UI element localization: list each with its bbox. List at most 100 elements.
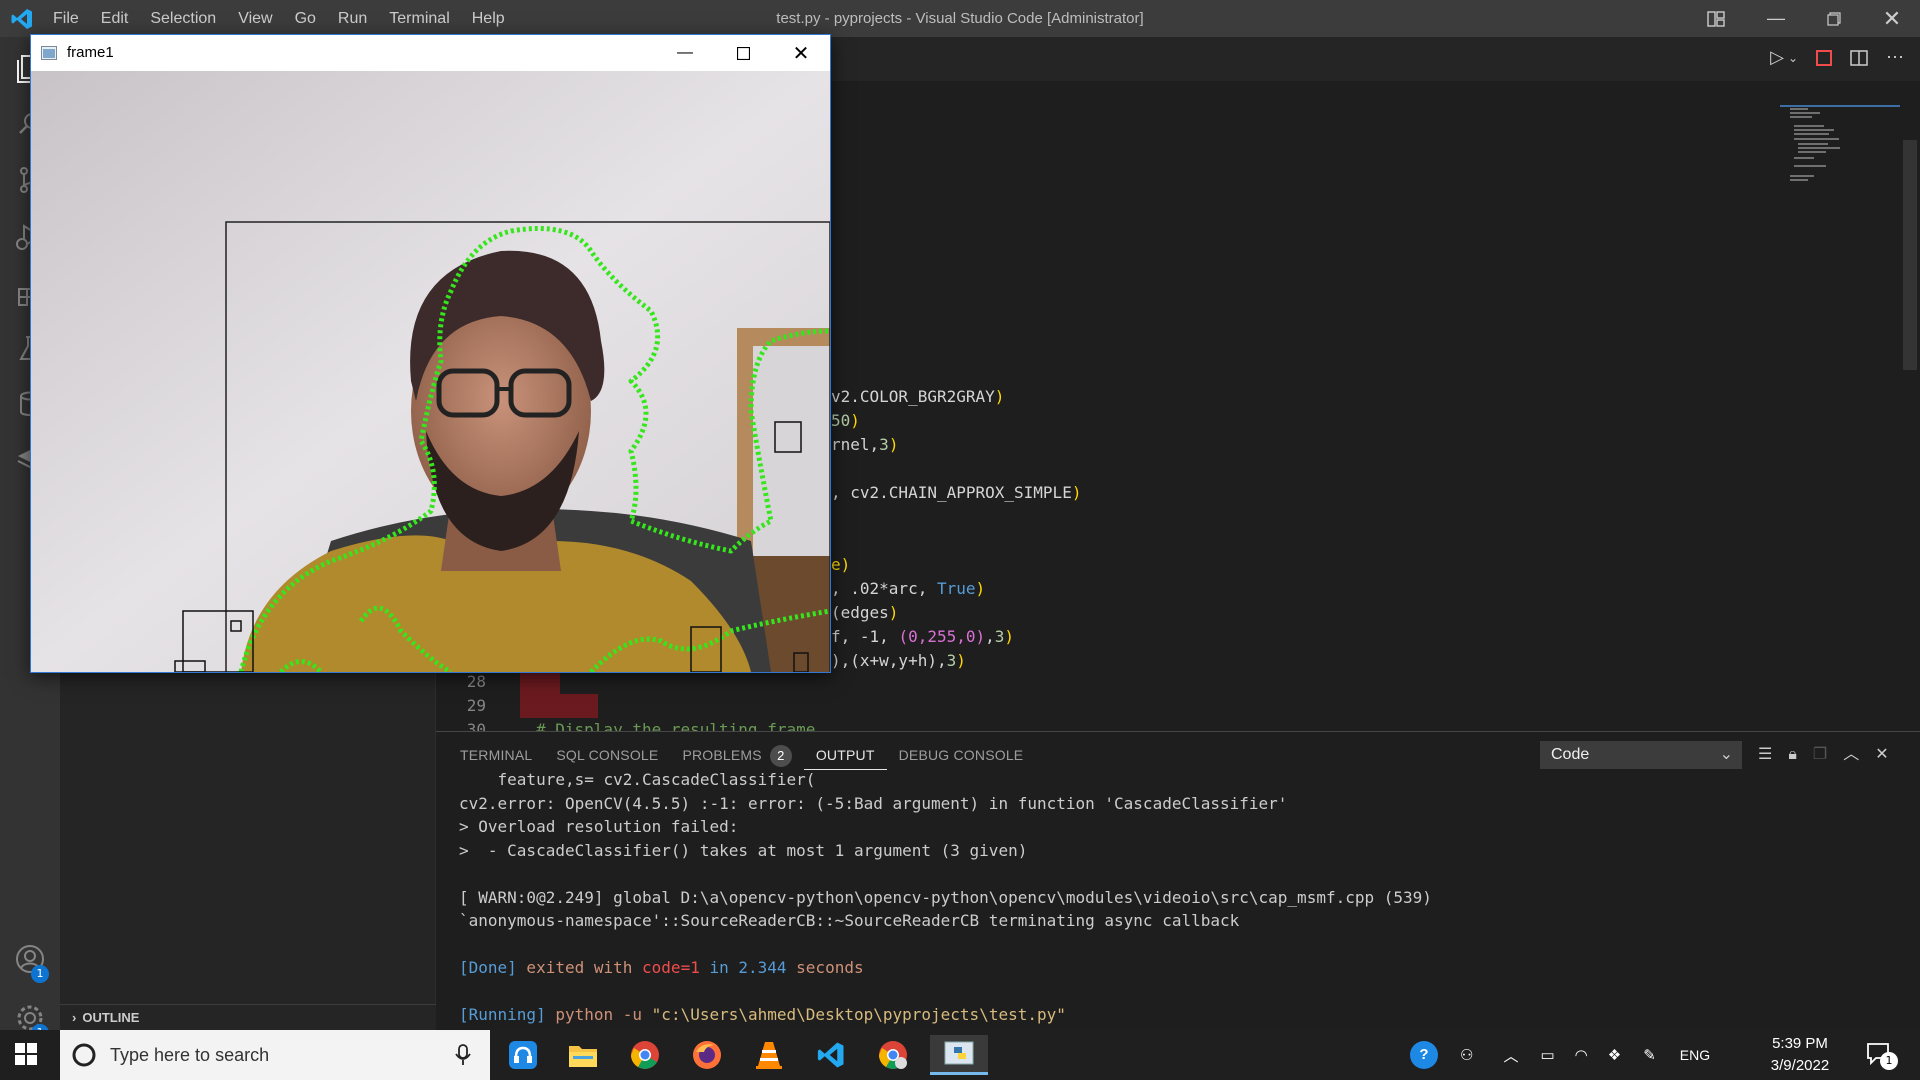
code-line: (edges) <box>831 603 899 622</box>
folder-icon <box>569 1046 597 1067</box>
run-python-icon[interactable]: ▷ <box>1770 47 1784 68</box>
code-line: , cv2.CHAIN_APPROX_SIMPLE) <box>831 483 1082 502</box>
taskbar-python-app[interactable] <box>930 1035 988 1075</box>
language-indicator[interactable]: ENG <box>1680 1047 1710 1063</box>
chevron-down-icon[interactable]: ⌄ <box>1788 51 1798 65</box>
menu-file[interactable]: File <box>42 0 90 37</box>
dropbox-icon[interactable]: ❖ <box>1608 1046 1621 1064</box>
taskbar-file-explorer[interactable] <box>558 1035 608 1075</box>
frame1-maximize-button[interactable] <box>714 35 772 71</box>
people-icon[interactable]: ⚇ <box>1460 1046 1473 1064</box>
start-button[interactable] <box>14 1042 38 1071</box>
maximize-panel-icon[interactable]: ︿ <box>1843 741 1859 769</box>
search-placeholder: Type here to search <box>110 1045 270 1065</box>
taskbar-firefox[interactable] <box>682 1035 732 1075</box>
menu-bar: File Edit Selection View Go Run Terminal… <box>42 0 516 37</box>
code-lines-visible: v2.COLOR_BGR2GRAY) 50) rnel,3) , cv2.CHA… <box>831 385 1081 673</box>
open-in-editor-icon[interactable]: ❐ <box>1813 741 1827 769</box>
notification-center-button[interactable]: 1 <box>1866 1042 1898 1071</box>
taskbar-clock[interactable]: 5:39 PM 3/9/2022 <box>1760 1033 1840 1077</box>
panel-actions: ☰ 🔒︎ ❐ ︿ ✕ <box>1758 741 1889 769</box>
output-line: cv2.error: OpenCV(4.5.5) :-1: error: (-5… <box>459 793 1288 813</box>
code-line: 50) <box>831 411 860 430</box>
frame1-close-button[interactable]: ✕ <box>772 35 830 71</box>
stop-icon[interactable] <box>1816 49 1832 66</box>
taskbar-vscode[interactable] <box>806 1035 856 1075</box>
menu-go[interactable]: Go <box>284 0 327 37</box>
output-done-line: [Done] exited with code=1 in 2.344 secon… <box>459 958 864 977</box>
gutter: 28 29 30 # Display the resulting frame <box>436 670 815 731</box>
webcam-frame-svg <box>31 71 830 672</box>
menu-help[interactable]: Help <box>461 0 516 37</box>
outline-section-header[interactable]: › OUTLINE <box>60 1004 436 1030</box>
code-line: , .02*arc, True) <box>831 579 986 598</box>
menu-edit[interactable]: Edit <box>90 0 140 37</box>
minimap[interactable] <box>1780 105 1900 205</box>
clock-date: 3/9/2022 <box>1770 1057 1830 1074</box>
vscode-logo-icon <box>11 9 32 29</box>
panel-tabs: TERMINAL SQL CONSOLE PROBLEMS 2 OUTPUT DE… <box>436 740 1035 770</box>
code-line: ),(x+w,y+h),3) <box>831 651 966 670</box>
chevron-right-icon: › <box>72 1010 77 1025</box>
lock-scroll-icon[interactable]: 🔒︎ <box>1788 741 1797 769</box>
split-editor-icon[interactable] <box>1850 49 1868 66</box>
tab-output[interactable]: OUTPUT <box>803 740 887 770</box>
taskbar-vlc[interactable] <box>744 1035 794 1075</box>
cortana-circle-icon <box>72 1043 96 1067</box>
frame1-window[interactable]: frame1 — ✕ <box>30 34 831 673</box>
taskbar-chrome[interactable] <box>620 1035 670 1075</box>
taskbar-search-box[interactable]: Type here to search <box>60 1030 490 1080</box>
menu-terminal[interactable]: Terminal <box>378 0 460 37</box>
clear-output-icon[interactable]: ☰ <box>1758 741 1772 769</box>
title-bar: File Edit Selection View Go Run Terminal… <box>0 0 1920 37</box>
notification-badge: 1 <box>1880 1052 1898 1070</box>
clock-time: 5:39 PM <box>1772 1035 1828 1052</box>
frame1-titlebar[interactable]: frame1 — ✕ <box>31 35 830 71</box>
minimize-icon: — <box>677 44 693 61</box>
more-actions-icon[interactable]: ⋯ <box>1886 47 1904 68</box>
taskbar-chrome-profile[interactable] <box>868 1035 918 1075</box>
battery-icon[interactable]: ▭ <box>1540 1046 1554 1064</box>
wifi-icon[interactable]: ◠ <box>1575 1046 1588 1064</box>
code-line: f, -1, (0,255,0),3) <box>831 627 1015 646</box>
minimize-icon: — <box>1767 8 1785 28</box>
tab-terminal[interactable]: TERMINAL <box>448 740 544 770</box>
tab-problems-label: PROBLEMS <box>682 747 762 763</box>
output-line: `anonymous-namespace'::SourceReaderCB::~… <box>459 911 1240 930</box>
window-app-icon <box>41 46 57 60</box>
output-channel-value: Code <box>1551 746 1590 763</box>
chevron-up-icon[interactable]: ︿ <box>1503 1045 1518 1066</box>
pen-icon[interactable]: ✎ <box>1643 1046 1656 1064</box>
output-line: [ WARN:0@2.249] global D:\a\opencv-pytho… <box>459 887 1432 907</box>
microphone-icon[interactable] <box>455 1044 471 1066</box>
tab-debug-console[interactable]: DEBUG CONSOLE <box>887 740 1036 770</box>
customize-layout-button[interactable] <box>1688 0 1744 37</box>
code-line: v2.COLOR_BGR2GRAY) <box>831 387 1005 406</box>
firefox-icon <box>693 1041 721 1069</box>
menu-selection[interactable]: Selection <box>139 0 227 37</box>
output-view[interactable]: feature,s= cv2.CascadeClassifier( cv2.er… <box>459 768 1899 1030</box>
close-button[interactable]: ✕ <box>1864 0 1920 37</box>
problems-count-badge: 2 <box>769 745 792 767</box>
frame1-minimize-button[interactable]: — <box>656 35 714 71</box>
menu-run[interactable]: Run <box>327 0 378 37</box>
taskbar-support-app[interactable] <box>498 1035 548 1075</box>
tab-problems[interactable]: PROBLEMS 2 <box>670 740 803 770</box>
menu-view[interactable]: View <box>227 0 283 37</box>
system-tray: ? ⚇ ︿ ▭ ◠ ❖ ✎ ENG <box>1410 1030 1710 1080</box>
close-panel-icon[interactable]: ✕ <box>1875 741 1888 769</box>
maximize-icon <box>736 46 750 60</box>
help-icon[interactable]: ? <box>1410 1041 1438 1069</box>
editor-scrollbar[interactable] <box>1903 140 1917 370</box>
restore-button[interactable] <box>1806 0 1862 37</box>
output-channel-select[interactable]: Code ⌄ <box>1540 741 1742 769</box>
frame1-title: frame1 <box>67 44 114 61</box>
tab-sql-console[interactable]: SQL CONSOLE <box>544 740 670 770</box>
restore-icon <box>1827 11 1841 26</box>
minimize-button[interactable]: — <box>1748 0 1804 37</box>
